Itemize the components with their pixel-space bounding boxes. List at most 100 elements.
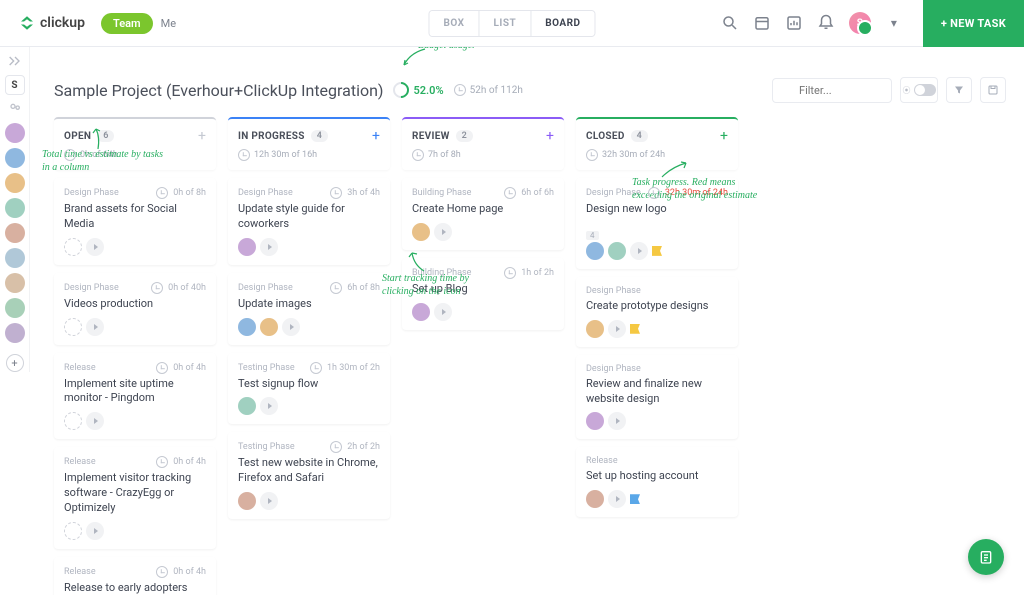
rail-avatar[interactable] xyxy=(5,123,25,143)
task-card[interactable]: Design Phase 6h of 8h Update images xyxy=(228,273,390,345)
rail-avatar[interactable] xyxy=(5,323,25,343)
view-board[interactable]: BOARD xyxy=(531,11,594,36)
board-main: Total time by project vs total estimate.… xyxy=(30,47,1024,595)
task-card[interactable]: Release 0h of 4h Release to early adopte… xyxy=(54,557,216,595)
column-header: IN PROGRESS 4 + 12h 30m of 16h xyxy=(228,117,390,170)
assignee-avatar[interactable] xyxy=(238,318,256,336)
rail-avatar[interactable] xyxy=(5,173,25,193)
task-card[interactable]: Design Phase 3h of 4h Update style guide… xyxy=(228,178,390,265)
assignee-avatar[interactable] xyxy=(586,490,604,508)
start-timer-button[interactable] xyxy=(86,238,104,256)
task-card[interactable]: Building Phase 1h of 2h Set up Blog xyxy=(402,258,564,330)
quick-create-fab[interactable] xyxy=(968,539,1004,575)
board-column-open: OPEN 6 + 0h of 64h Design Phase 0h of 8h… xyxy=(54,117,216,595)
rail-avatar[interactable] xyxy=(5,148,25,168)
task-card[interactable]: Design Phase Create prototype designs xyxy=(576,277,738,347)
project-title: Sample Project (Everhour+ClickUp Integra… xyxy=(54,81,383,100)
card-phase: Release xyxy=(64,363,96,373)
start-timer-button[interactable] xyxy=(260,492,278,510)
task-card[interactable]: Release 0h of 4h Implement site uptime m… xyxy=(54,353,216,440)
start-timer-button[interactable] xyxy=(260,397,278,415)
save-view-button[interactable] xyxy=(980,77,1006,103)
start-timer-button[interactable] xyxy=(608,320,626,338)
assignee-avatar[interactable] xyxy=(238,397,256,415)
task-card[interactable]: Design Phase 0h of 8h Brand assets for S… xyxy=(54,178,216,265)
logo[interactable]: clickup xyxy=(18,14,85,32)
task-card[interactable]: Testing Phase 1h 30m of 2h Test signup f… xyxy=(228,353,390,425)
card-time: 0h of 8h xyxy=(156,187,206,199)
search-icon[interactable] xyxy=(721,14,739,32)
progress-ring-icon xyxy=(390,79,413,102)
card-phase: Design Phase xyxy=(238,188,293,198)
assignee-avatar[interactable] xyxy=(586,412,604,430)
unassigned-avatar-icon[interactable] xyxy=(64,412,82,430)
assignee-avatar[interactable] xyxy=(586,320,604,338)
task-card[interactable]: Design Phase Review and finalize new web… xyxy=(576,355,738,440)
task-card[interactable]: Release Set up hosting account xyxy=(576,447,738,517)
start-timer-button[interactable] xyxy=(434,303,452,321)
start-timer-button[interactable] xyxy=(434,223,452,241)
new-task-button[interactable]: + NEW TASK xyxy=(923,0,1024,47)
card-phase: Design Phase xyxy=(586,364,641,374)
dashboard-icon[interactable] xyxy=(785,14,803,32)
rail-avatar[interactable] xyxy=(5,248,25,268)
assignee-avatar[interactable] xyxy=(260,318,278,336)
task-card[interactable]: Release 0h of 4h Implement visitor track… xyxy=(54,447,216,549)
task-card[interactable]: Building Phase 6h of 6h Create Home page xyxy=(402,178,564,250)
add-card-button[interactable]: + xyxy=(720,128,728,144)
unassigned-avatar-icon[interactable] xyxy=(64,522,82,540)
assignee-avatar[interactable] xyxy=(608,242,626,260)
assignee-avatar[interactable] xyxy=(412,303,430,321)
assignee-avatar[interactable] xyxy=(238,492,256,510)
view-box[interactable]: BOX xyxy=(429,11,479,36)
notifications-icon[interactable] xyxy=(817,14,835,32)
start-timer-button[interactable] xyxy=(608,490,626,508)
rail-avatar[interactable] xyxy=(5,273,25,293)
start-timer-button[interactable] xyxy=(282,318,300,336)
start-timer-button[interactable] xyxy=(86,412,104,430)
add-card-button[interactable]: + xyxy=(198,128,206,144)
task-card[interactable]: Design Phase 0h of 40h Videos production xyxy=(54,273,216,345)
collapse-icon[interactable] xyxy=(7,53,23,69)
task-card[interactable]: Testing Phase 2h of 2h Test new website … xyxy=(228,432,390,519)
view-switcher: BOX LIST BOARD xyxy=(428,10,595,37)
user-avatar[interactable]: S xyxy=(849,12,871,34)
assignee-avatar[interactable] xyxy=(412,223,430,241)
start-timer-button[interactable] xyxy=(608,412,626,430)
filter-button[interactable] xyxy=(946,77,972,103)
brand-name: clickup xyxy=(40,15,85,31)
filter-input[interactable] xyxy=(772,78,892,103)
card-phase: Design Phase xyxy=(64,188,119,198)
rail-avatar[interactable] xyxy=(5,198,25,218)
calendar-icon[interactable] xyxy=(753,14,771,32)
rail-avatar[interactable] xyxy=(5,223,25,243)
clock-icon xyxy=(412,149,424,161)
start-timer-button[interactable] xyxy=(260,238,278,256)
team-tab[interactable]: Team xyxy=(101,13,153,34)
start-timer-button[interactable] xyxy=(86,522,104,540)
board-column-progress: IN PROGRESS 4 + 12h 30m of 16h Design Ph… xyxy=(228,117,390,527)
view-list[interactable]: LIST xyxy=(480,11,532,36)
start-timer-button[interactable] xyxy=(86,318,104,336)
space-tile[interactable]: S xyxy=(5,75,25,95)
add-card-button[interactable]: + xyxy=(546,128,554,144)
assignee-avatar[interactable] xyxy=(238,238,256,256)
card-title: Brand assets for Social Media xyxy=(64,202,206,232)
assignee-avatar[interactable] xyxy=(586,242,604,260)
workspace-tabs: Team Me xyxy=(101,13,176,34)
card-title: Update style guide for coworkers xyxy=(238,202,380,232)
rail-avatar[interactable] xyxy=(5,298,25,318)
toggle-option[interactable]: ⦿ xyxy=(900,77,938,103)
start-timer-button[interactable] xyxy=(630,242,648,260)
add-card-button[interactable]: + xyxy=(372,128,380,144)
card-time: 0h of 4h xyxy=(156,456,206,468)
task-card[interactable]: Design Phase 32h 30m of 24h Design new l… xyxy=(576,178,738,269)
add-user-button[interactable]: + xyxy=(6,354,24,372)
board-tools: ⦿ xyxy=(772,77,1006,103)
unassigned-avatar-icon[interactable] xyxy=(64,238,82,256)
unassigned-avatar-icon[interactable] xyxy=(64,318,82,336)
me-tab[interactable]: Me xyxy=(161,17,176,30)
workspace-dropdown-icon[interactable]: ▾ xyxy=(885,14,903,32)
column-header: CLOSED 4 + 32h 30m of 24h xyxy=(576,117,738,170)
people-icon[interactable] xyxy=(7,101,23,117)
